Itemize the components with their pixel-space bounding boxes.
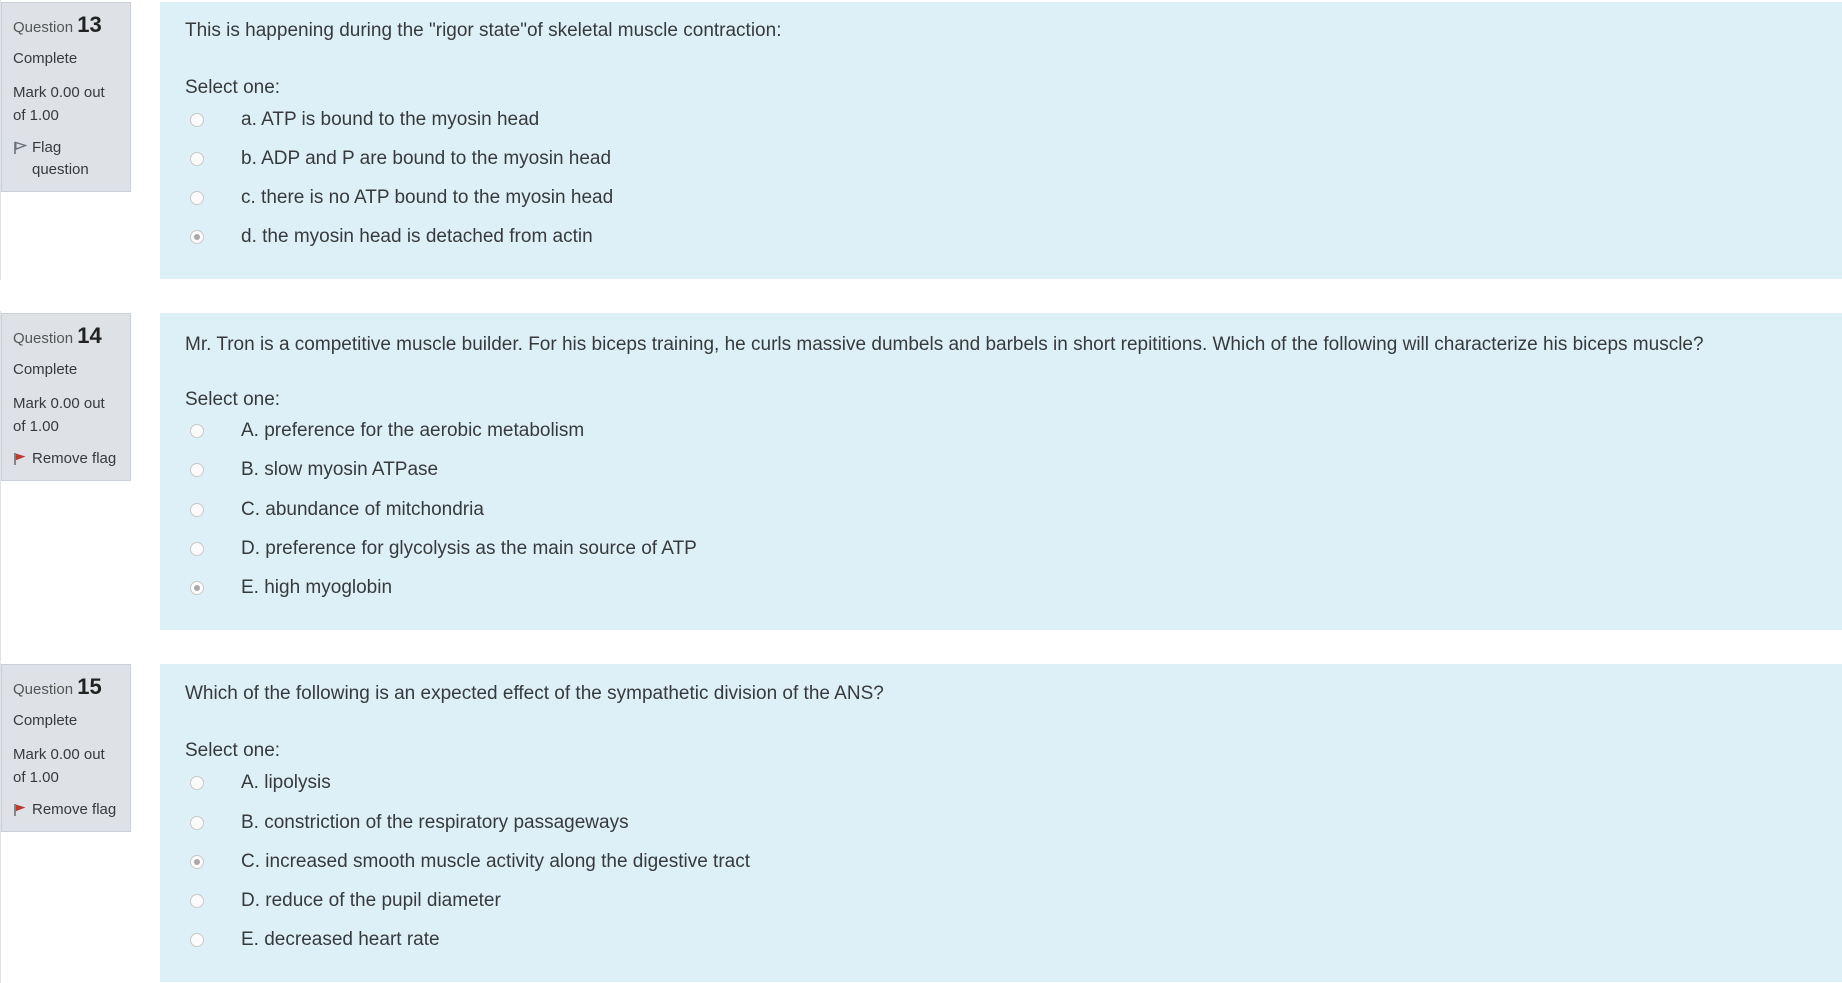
flag-outline-icon [14,141,27,154]
answer-option[interactable]: a. ATP is bound to the myosin head [190,105,1842,135]
answer-option[interactable]: c. there is no ATP bound to the myosin h… [190,183,1842,213]
radio-button[interactable] [190,816,204,830]
answer-label: D. reduce of the pupil diameter [241,890,501,911]
question-grade: Mark 0.00 out of 1.00 [13,395,105,435]
question-text: Which of the following is an expected ef… [185,683,884,704]
answer-option[interactable]: D. preference for glycolysis as the main… [190,534,1842,564]
radio-button[interactable] [190,542,204,556]
answer-option[interactable]: C. increased smooth muscle activity alon… [190,847,1842,877]
answer-option[interactable]: B. constriction of the respiratory passa… [190,808,1842,838]
select-one-prompt: Select one: [185,389,281,410]
answer-label: C. abundance of mitchondria [241,499,484,520]
answer-option[interactable]: D. reduce of the pupil diameter [190,886,1842,916]
answer-option[interactable]: d. the myosin head is detached from acti… [190,222,1842,252]
radio-button[interactable] [190,424,204,438]
answer-option[interactable]: A. preference for the aerobic metabolism [190,416,1842,446]
answer-option[interactable]: E. high myoglobin [190,573,1842,603]
remove-flag-button[interactable]: Remove flag [13,448,120,470]
question-state: Complete [13,712,78,729]
answer-label: B. slow myosin ATPase [241,459,439,480]
flag-label: Remove flag [32,450,117,467]
answer-option[interactable]: B. slow myosin ATPase [190,455,1842,485]
radio-button[interactable] [190,113,204,127]
flag-label: Remove flag [32,801,117,818]
question-14: Question 14 Complete Mark 0.00 out of 1.… [0,311,1842,661]
answer-label: b. ADP and P are bound to the myosin hea… [241,148,612,169]
answer-label: E. decreased heart rate [241,929,440,950]
radio-button[interactable] [190,191,204,205]
answer-label: A. lipolysis [241,772,331,793]
question-15: Question 15 Complete Mark 0.00 out of 1.… [0,662,1842,983]
question-info: Question 15 Complete Mark 0.00 out of 1.… [1,664,131,832]
answer-label: d. the myosin head is detached from acti… [241,226,593,247]
question-number: 13 [77,12,102,37]
question-label: Question [13,19,74,36]
select-one-prompt: Select one: [185,77,281,98]
answer-option[interactable]: C. abundance of mitchondria [190,495,1842,525]
question-state: Complete [13,50,78,67]
answer-label: E. high myoglobin [241,577,393,598]
question-info: Question 13 Complete Mark 0.00 out of 1.… [1,2,131,192]
question-number: 15 [77,674,102,699]
flag-icon [14,804,26,816]
select-one-prompt: Select one: [185,740,281,761]
radio-button[interactable] [190,463,204,477]
question-text: This is happening during the "rigor stat… [185,20,782,41]
answer-label: C. increased smooth muscle activity alon… [241,851,751,872]
radio-button[interactable] [190,503,204,517]
answer-label: A. preference for the aerobic metabolism [241,420,585,441]
radio-button[interactable] [190,230,204,244]
answer-label: D. preference for glycolysis as the main… [241,538,697,559]
question-grade: Mark 0.00 out of 1.00 [13,84,105,124]
radio-button[interactable] [190,152,204,166]
answer-label: c. there is no ATP bound to the myosin h… [241,187,614,208]
radio-button[interactable] [190,894,204,908]
question-content: This is happening during the "rigor stat… [160,2,1842,279]
flag-label: Flag question [32,139,89,178]
radio-button[interactable] [190,933,204,947]
radio-button[interactable] [190,855,204,869]
question-state: Complete [13,361,78,378]
flag-icon [14,453,26,465]
answer-option[interactable]: A. lipolysis [190,768,1842,798]
question-content: Which of the following is an expected ef… [160,664,1842,982]
radio-button[interactable] [190,776,204,790]
question-grade: Mark 0.00 out of 1.00 [13,746,105,786]
remove-flag-button[interactable]: Remove flag [13,799,120,821]
question-content: Mr. Tron is a competitive muscle builder… [160,313,1842,630]
flag-question-button[interactable]: Flag question [13,137,120,181]
answer-label: B. constriction of the respiratory passa… [241,812,629,833]
question-text: Mr. Tron is a competitive muscle builder… [185,334,1704,355]
answer-option[interactable]: b. ADP and P are bound to the myosin hea… [190,144,1842,174]
question-13: Question 13 Complete Mark 0.00 out of 1.… [0,0,1842,280]
question-label: Question [13,681,74,698]
answer-label: a. ATP is bound to the myosin head [241,109,540,130]
question-info: Question 14 Complete Mark 0.00 out of 1.… [1,313,131,481]
radio-button[interactable] [190,581,204,595]
question-label: Question [13,330,74,347]
question-number: 14 [77,323,102,348]
answer-option[interactable]: E. decreased heart rate [190,925,1842,955]
